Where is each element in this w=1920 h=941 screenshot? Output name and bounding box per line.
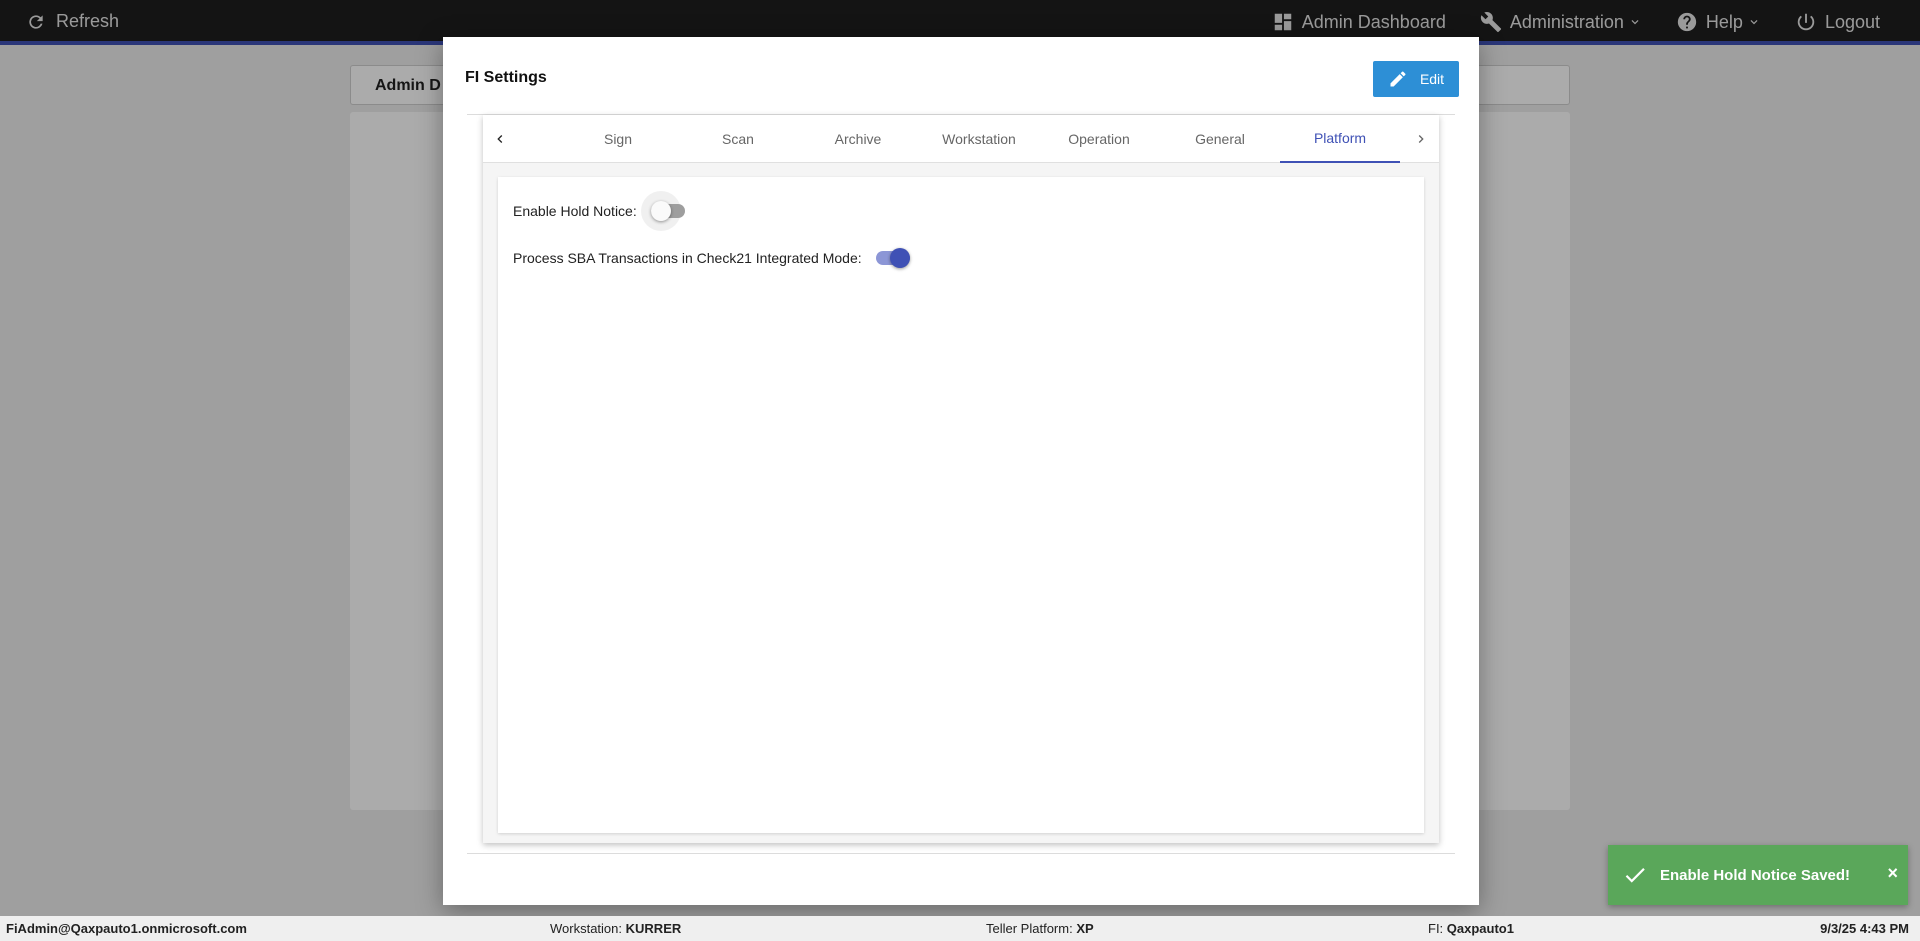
status-bar: FiAdmin@Qaxpauto1.onmicrosoft.com Workst… [0, 916, 1920, 941]
chevron-left-icon [497, 135, 503, 143]
status-workstation: Workstation: KURRER [550, 921, 681, 936]
toast-message: Enable Hold Notice Saved! [1660, 866, 1851, 884]
process-sba-transactions-toggle[interactable] [875, 248, 910, 268]
tab-archive[interactable]: Archive [798, 115, 918, 163]
status-fi: FI: Qaxpauto1 [1428, 921, 1514, 936]
edit-label: Edit [1419, 71, 1445, 87]
chevron-right-icon [1418, 135, 1424, 143]
tab-scroll-left-button[interactable] [488, 127, 512, 151]
status-platform-value: XP [1076, 921, 1094, 936]
settings-tab-bar: Sign Scan Archive Workstation Operation … [483, 115, 1439, 163]
platform-settings-panel: Enable Hold Notice: Process SBA Transact… [498, 177, 1424, 833]
toast-close-button[interactable]: × [1887, 863, 1898, 884]
checkmark-icon [1625, 868, 1645, 883]
edit-button[interactable]: Edit [1373, 61, 1459, 97]
toggle-thumb [650, 201, 671, 221]
status-user: FiAdmin@Qaxpauto1.onmicrosoft.com [6, 921, 247, 936]
setting-label: Enable Hold Notice: [513, 203, 637, 219]
tab-workstation[interactable]: Workstation [919, 115, 1039, 163]
tab-operation[interactable]: Operation [1039, 115, 1159, 163]
settings-card: Sign Scan Archive Workstation Operation … [483, 115, 1439, 843]
status-workstation-value: KURRER [625, 921, 682, 936]
status-user-value: FiAdmin@Qaxpauto1.onmicrosoft.com [6, 921, 247, 936]
status-fi-value: Qaxpauto1 [1446, 921, 1514, 936]
success-toast: Enable Hold Notice Saved! × [1608, 845, 1908, 905]
status-platform-label: Teller Platform: [986, 921, 1073, 936]
dialog-header [467, 55, 1455, 115]
tab-sign[interactable]: Sign [558, 115, 678, 163]
tab-general[interactable]: General [1160, 115, 1280, 163]
enable-hold-notice-toggle[interactable] [640, 191, 685, 231]
status-workstation-label: Workstation: [550, 921, 623, 936]
dialog-footer-divider [467, 853, 1455, 854]
setting-process-sba-transactions: Process SBA Transactions in Check21 Inte… [513, 248, 910, 268]
setting-label: Process SBA Transactions in Check21 Inte… [513, 250, 862, 266]
toggle-thumb [889, 248, 910, 268]
dialog-title: FI Settings [465, 69, 547, 86]
status-teller-platform: Teller Platform: XP [986, 921, 1094, 936]
tab-scan[interactable]: Scan [678, 115, 798, 163]
tab-scroll-right-button[interactable] [1409, 127, 1433, 151]
setting-enable-hold-notice: Enable Hold Notice: [513, 191, 685, 231]
status-fi-label: FI: [1428, 921, 1444, 936]
status-datetime: 9/3/25 4:43 PM [1820, 921, 1909, 936]
tab-platform[interactable]: Platform [1280, 115, 1400, 163]
status-datetime-value: 9/3/25 4:43 PM [1820, 921, 1909, 936]
fi-settings-dialog: FI Settings Edit Sign Scan Archive Works… [443, 37, 1479, 905]
pencil-icon [1390, 71, 1406, 87]
